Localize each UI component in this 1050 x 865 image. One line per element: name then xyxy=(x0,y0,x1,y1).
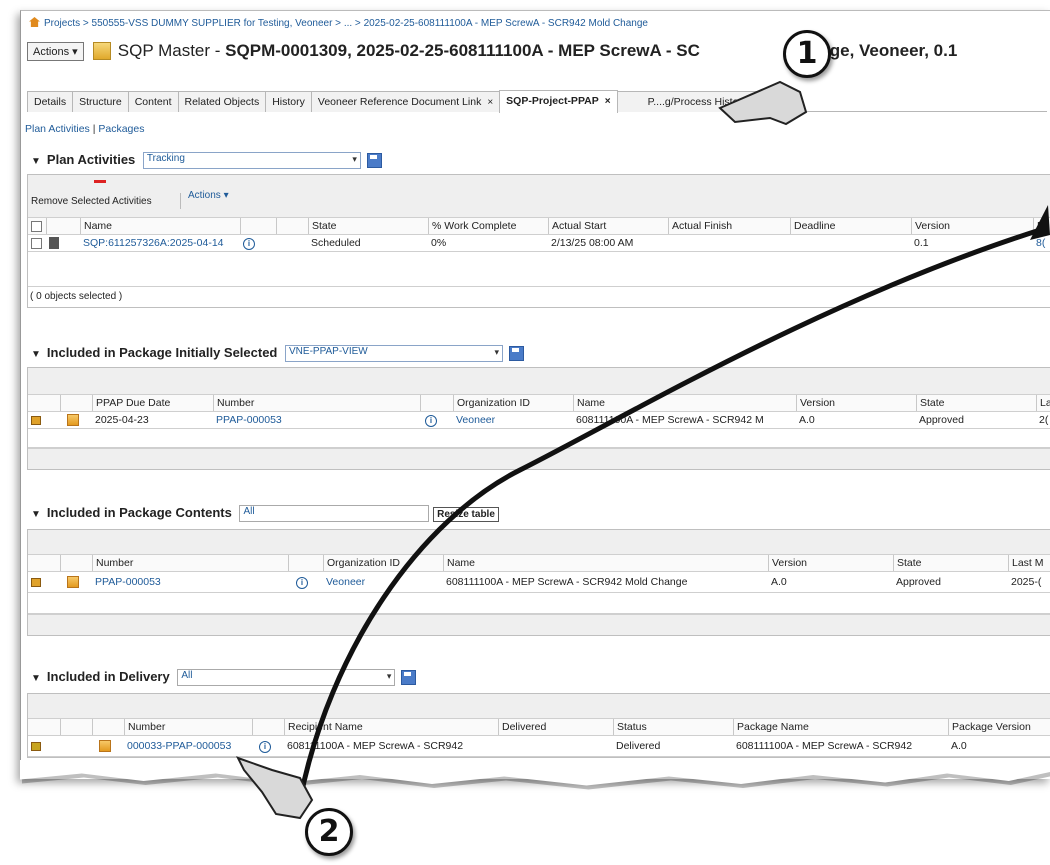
callout-2: 2 xyxy=(305,808,353,856)
arrow-head-icon xyxy=(1030,205,1050,240)
hand-pointer-2-icon xyxy=(235,756,314,820)
annotation-overlay xyxy=(235,80,1050,820)
hand-pointer-1-icon xyxy=(718,80,808,126)
callout-1: 1 xyxy=(783,30,831,78)
connector-arrow xyxy=(297,227,1041,801)
